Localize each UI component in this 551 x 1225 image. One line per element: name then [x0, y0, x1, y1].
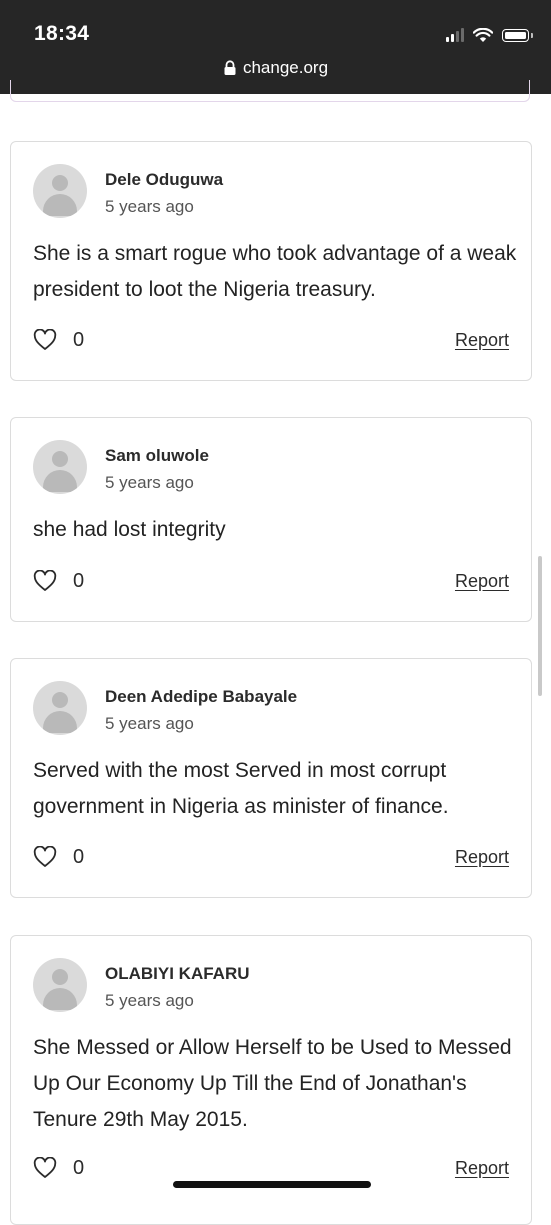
- heart-icon: [33, 329, 57, 350]
- comment-text: She is a smart rogue who took advantage …: [33, 242, 517, 301]
- battery-icon: [502, 28, 533, 42]
- like-button[interactable]: 0: [33, 329, 84, 352]
- like-button[interactable]: 0: [33, 846, 84, 869]
- like-count: 0: [73, 328, 85, 351]
- comment-card: Sam oluwole 5 years ago she had lost int…: [10, 417, 532, 622]
- comment-footer: 0 Report: [33, 567, 509, 595]
- report-link[interactable]: Report: [455, 571, 509, 592]
- wifi-icon: [473, 27, 493, 42]
- comment-footer: 0 Report: [33, 1154, 509, 1182]
- comment-card: Dele Oduguwa 5 years ago She is a smart …: [10, 141, 532, 381]
- report-link[interactable]: Report: [455, 847, 509, 868]
- lock-icon: [224, 60, 236, 75]
- comment-timestamp: 5 years ago: [105, 991, 194, 1010]
- comment-footer: 0 Report: [33, 326, 509, 354]
- comment-timestamp: 5 years ago: [105, 714, 194, 733]
- home-indicator[interactable]: [173, 1181, 371, 1188]
- comment-footer: 0 Report: [33, 843, 509, 871]
- comment-timestamp: 5 years ago: [105, 197, 194, 216]
- like-count: 0: [73, 1156, 85, 1179]
- avatar: [33, 958, 87, 1012]
- status-icons: [446, 24, 533, 46]
- comment-text: She Messed or Allow Herself to be Used t…: [33, 1036, 512, 1131]
- status-time: 18:34: [34, 22, 90, 45]
- comment-author[interactable]: Deen Adedipe Babayale: [105, 687, 297, 707]
- heart-icon: [33, 570, 57, 591]
- comment-text: she had lost integrity: [33, 518, 226, 541]
- comment-author[interactable]: Sam oluwole: [105, 446, 209, 466]
- url-text: change.org: [242, 58, 329, 77]
- comment-author[interactable]: Dele Oduguwa: [105, 170, 223, 190]
- comment-card: Deen Adedipe Babayale 5 years ago Served…: [10, 658, 532, 898]
- avatar: [33, 681, 87, 735]
- heart-icon: [33, 846, 57, 867]
- address-bar[interactable]: change.org: [0, 58, 551, 78]
- avatar: [33, 440, 87, 494]
- previous-comment-card-edge: [10, 80, 530, 102]
- cellular-signal-icon: [446, 28, 464, 42]
- page-scrollbar[interactable]: [538, 556, 542, 696]
- comment-timestamp: 5 years ago: [105, 473, 194, 492]
- avatar: [33, 164, 87, 218]
- like-button[interactable]: 0: [33, 570, 84, 593]
- report-link[interactable]: Report: [455, 1158, 509, 1179]
- heart-icon: [33, 1157, 57, 1178]
- comment-author[interactable]: OLABIYI KAFARU: [105, 964, 250, 984]
- like-count: 0: [73, 845, 85, 868]
- like-button[interactable]: 0: [33, 1157, 84, 1180]
- like-count: 0: [73, 569, 85, 592]
- report-link[interactable]: Report: [455, 330, 509, 351]
- comment-text: Served with the most Served in most corr…: [33, 759, 449, 818]
